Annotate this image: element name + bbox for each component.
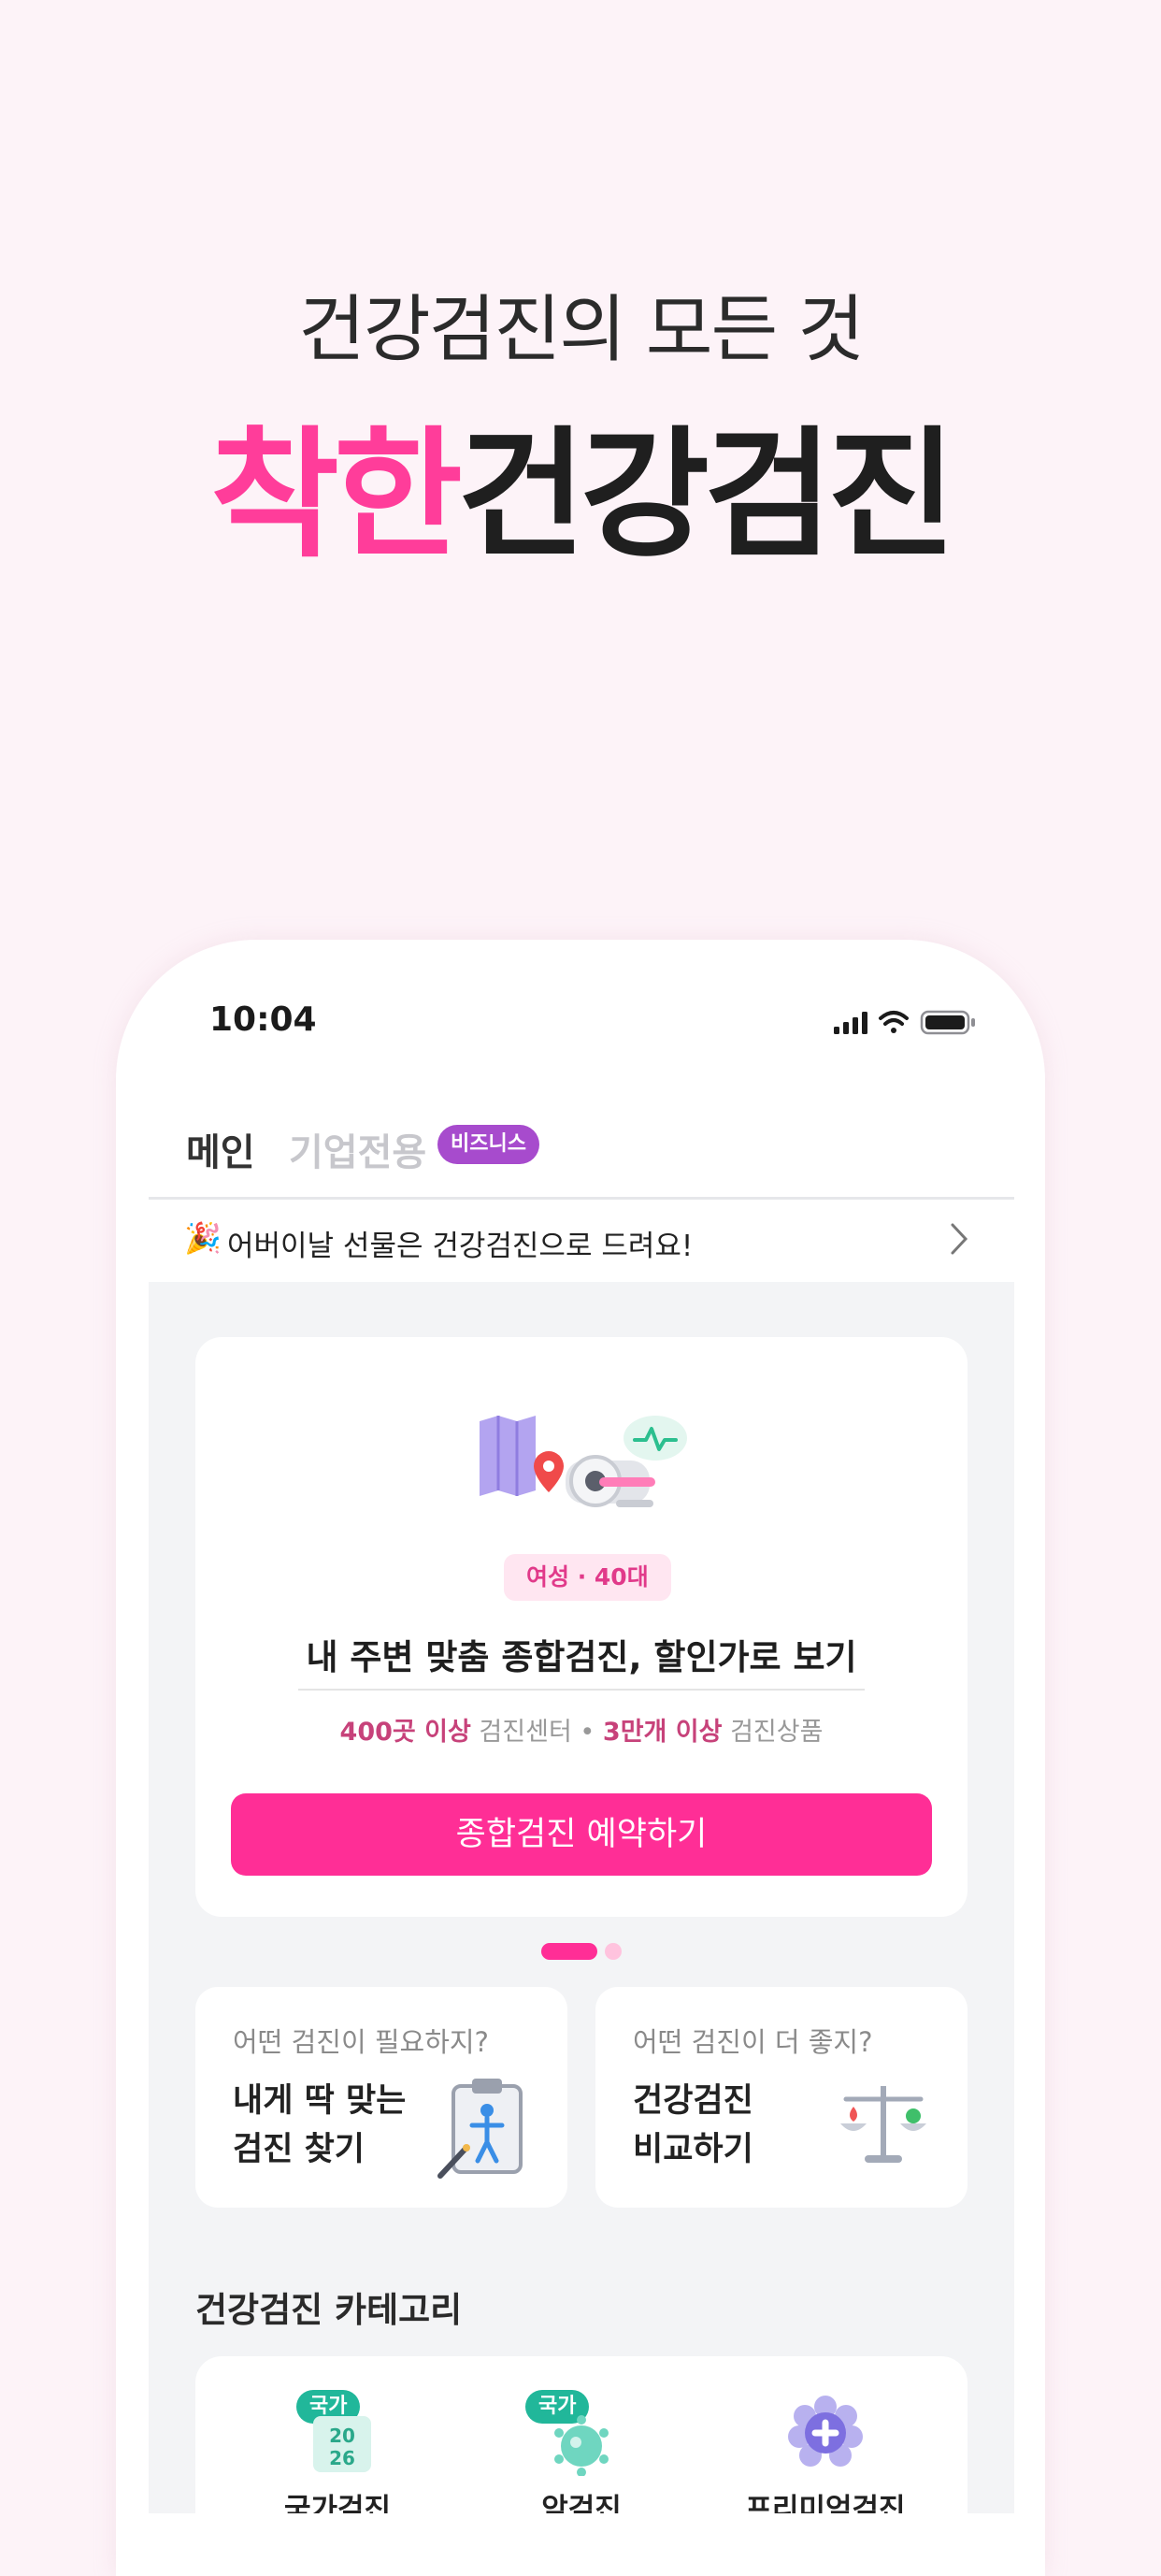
status-time: 10:04 [209,1000,317,1039]
find-checkup-title-line2: 검진 찾기 [233,2131,365,2168]
stat-products-label: 검진상품 [730,1718,824,1747]
category-label-premium: 프리미엄검진 [745,2493,906,2513]
calendar-bottom-text: 26 [329,2447,355,2469]
chevron-right-icon [948,1220,970,1261]
clipboard-person-icon [437,2077,530,2183]
party-popper-icon: 🎉 [184,1220,222,1256]
compare-checkup-question: 어떤 검진이 더 좋지? [633,2026,873,2058]
signal-icon [834,1012,867,1034]
divider [298,1689,865,1691]
compare-checkup-title-line2: 비교하기 [633,2131,753,2168]
category-card: 국가 20 26 국가검진 국가 암검진 프리미엄검진 [195,2356,968,2513]
stat-centers-label: 검진센터 [479,1718,572,1747]
notice-text: 어버이날 선물은 건강검진으로 드려요! [227,1230,694,1263]
calendar-top-text: 20 [329,2425,355,2447]
compare-checkup-title: 건강검진 비교하기 [633,2077,753,2174]
cancer-cell-icon [554,2415,609,2476]
hero-title-brand: 착한 [209,414,463,577]
notice-banner[interactable]: 🎉 어버이날 선물은 건강검진으로 드려요! [149,1200,1014,1282]
hero-subtitle: 건강검진의 모든 것 [298,288,865,372]
top-tab-bar: 메인 기업전용 비즈니스 [149,1075,1014,1200]
compare-checkup-title-line1: 건강검진 [633,2082,753,2120]
hero-title-service: 건강검진 [457,414,956,577]
card-stats: 400곳 이상 검진센터 • 3만개 이상 검진상품 [195,1711,968,1748]
category-title: 건강검진 카테고리 [195,2290,463,2330]
carousel-indicator[interactable] [541,1943,622,1964]
stat-centers-count: 400곳 이상 [339,1718,471,1747]
tab-main[interactable]: 메인 [186,1122,255,1176]
tab-corporate[interactable]: 기업전용 [289,1122,426,1176]
find-checkup-card[interactable]: 어떤 검진이 필요하지? 내게 딱 맞는 검진 찾기 [195,1987,567,2208]
book-checkup-button[interactable]: 종합검진 예약하기 [231,1793,932,1876]
hero-title: 착한건강검진 [0,425,1161,566]
carousel-dot[interactable] [605,1943,622,1960]
target-chip: 여성 · 40대 [504,1554,671,1601]
carousel-dot-active[interactable] [541,1943,597,1960]
category-label-cancer: 암검진 [541,2493,622,2513]
battery-icon [920,1010,975,1035]
find-checkup-title: 내게 딱 맞는 검진 찾기 [233,2077,406,2174]
compare-checkup-card[interactable]: 어떤 검진이 더 좋지? 건강검진 비교하기 [595,1987,968,2208]
stat-products-count: 3만개 이상 [602,1718,723,1747]
card-title: 내 주변 맞춤 종합검진, 할인가로 보기 [306,1637,857,1677]
checkup-booking-card: 여성 · 40대 내 주변 맞춤 종합검진, 할인가로 보기 400곳 이상 검… [195,1337,968,1917]
wifi-icon [879,1011,909,1033]
status-icons [832,1008,982,1040]
premium-badge-icon [788,2396,863,2467]
app-screen: 메인 기업전용 비즈니스 🎉 어버이날 선물은 건강검진으로 드려요! 여성 ·… [149,1075,1014,2513]
find-checkup-question: 어떤 검진이 필요하지? [233,2026,489,2058]
calendar-icon: 20 26 [313,2416,371,2472]
find-checkup-title-line1: 내게 딱 맞는 [233,2082,407,2120]
category-label-national: 국가검진 [283,2493,392,2513]
business-badge: 비즈니스 [437,1125,539,1164]
balance-scale-icon [837,2077,930,2174]
stat-separator: • [580,1718,595,1747]
map-scanner-illustration-icon [476,1412,691,1528]
